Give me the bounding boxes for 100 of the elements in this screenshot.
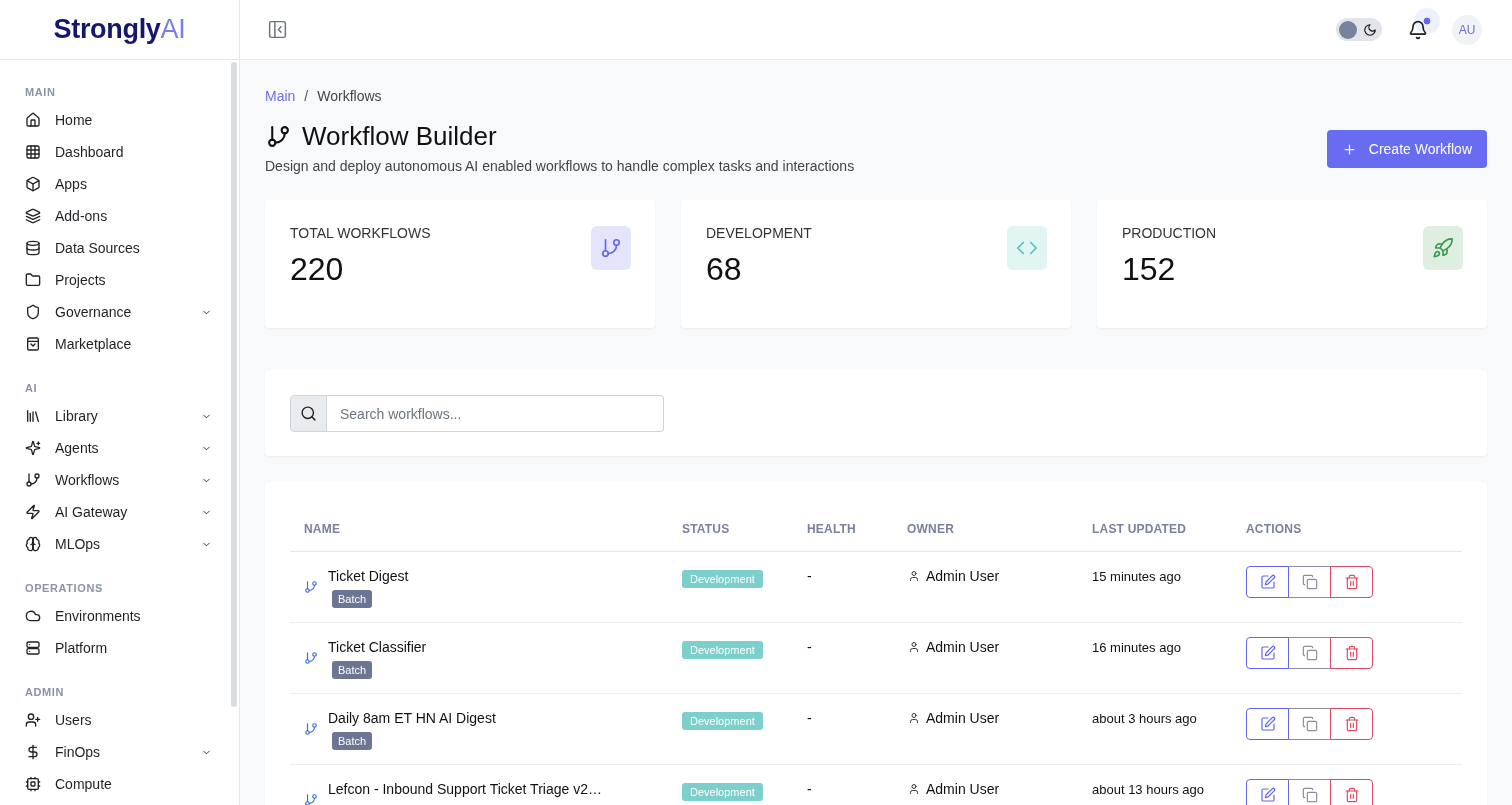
workflow-name: Ticket Digest bbox=[328, 567, 409, 586]
edit-icon bbox=[1259, 716, 1276, 732]
nav-item[interactable]: FinOps bbox=[25, 736, 212, 768]
delete-button[interactable] bbox=[1330, 779, 1373, 805]
nav-item[interactable]: MLOps bbox=[25, 528, 212, 560]
trash-icon bbox=[1343, 574, 1360, 590]
column-header: OWNER bbox=[906, 521, 955, 536]
user-icon bbox=[908, 783, 920, 795]
scrollbar-thumb[interactable] bbox=[231, 62, 237, 707]
duplicate-button[interactable] bbox=[1288, 566, 1331, 598]
status-tag: Development bbox=[682, 783, 763, 801]
nav-item[interactable]: Environments bbox=[25, 600, 212, 632]
moon-icon bbox=[1363, 22, 1377, 37]
owner-name: Admin User bbox=[926, 780, 1000, 799]
last-updated: about 13 hours ago bbox=[1092, 782, 1205, 797]
nav-item[interactable]: Projects bbox=[25, 264, 212, 296]
create-workflow-button[interactable]: Create Workflow bbox=[1326, 130, 1487, 168]
nav-item[interactable]: Governance bbox=[25, 296, 212, 328]
duplicate-button[interactable] bbox=[1288, 708, 1331, 740]
nav-item[interactable]: Agents bbox=[25, 432, 212, 464]
health-value: - bbox=[807, 710, 812, 726]
theme-toggle[interactable] bbox=[1336, 18, 1382, 41]
breadcrumb-link[interactable]: Main bbox=[265, 88, 296, 104]
delete-button[interactable] bbox=[1330, 637, 1373, 669]
page-subtitle: Design and deploy autonomous AI enabled workflows to handle complex tasks and interactions bbox=[265, 157, 855, 175]
stat-value: 220 bbox=[290, 250, 345, 288]
copy-icon bbox=[1301, 787, 1318, 803]
page-title: Workflow Builder bbox=[302, 121, 497, 151]
branch-icon bbox=[304, 793, 318, 805]
column-header: LAST UPDATED bbox=[1091, 521, 1188, 536]
delete-button[interactable] bbox=[1330, 566, 1373, 598]
sparkles-icon bbox=[25, 440, 41, 456]
trash-icon bbox=[1343, 716, 1360, 732]
duplicate-button[interactable] bbox=[1288, 637, 1331, 669]
user-avatar[interactable]: AU bbox=[1452, 14, 1482, 45]
copy-icon bbox=[1301, 716, 1318, 732]
nav-item[interactable]: Dashboard bbox=[25, 136, 212, 168]
nav-item[interactable]: Workflows bbox=[25, 464, 212, 496]
nav-item[interactable]: Apps bbox=[25, 168, 212, 200]
column-header: NAME bbox=[303, 521, 342, 536]
toggle-knob bbox=[1339, 20, 1357, 39]
search-field[interactable]: Search workflows... bbox=[327, 395, 664, 432]
status-tag: Development bbox=[682, 641, 763, 659]
user-plus-icon bbox=[25, 712, 41, 728]
type-tag: Batch bbox=[332, 732, 373, 750]
stat-label: DEVELOPMENT bbox=[706, 224, 812, 242]
branch-icon bbox=[304, 651, 318, 665]
search-icon bbox=[290, 395, 327, 432]
branch-icon bbox=[304, 580, 318, 594]
breadcrumb-separator: / bbox=[304, 88, 309, 104]
trash-icon bbox=[1343, 787, 1360, 803]
stat-value: 152 bbox=[1122, 250, 1177, 288]
branch-icon bbox=[591, 226, 631, 270]
workflow-name: Daily 8am ET HN AI Digest bbox=[328, 709, 496, 728]
chip-icon bbox=[25, 776, 41, 792]
edit-button[interactable] bbox=[1246, 779, 1289, 805]
workflow-name: Lefcon - Inbound Support Ticket Triage v2… bbox=[328, 780, 602, 799]
column-header: HEALTH bbox=[806, 521, 857, 536]
delete-button[interactable] bbox=[1330, 708, 1373, 740]
edit-button[interactable] bbox=[1246, 708, 1289, 740]
panel-collapse-icon bbox=[267, 19, 288, 40]
copy-icon bbox=[1301, 574, 1318, 590]
server-icon bbox=[25, 640, 41, 656]
folder-icon bbox=[25, 272, 41, 288]
type-tag: Batch bbox=[332, 661, 373, 679]
rocket-icon bbox=[1423, 226, 1463, 270]
dollar-icon bbox=[25, 744, 41, 760]
user-icon bbox=[908, 570, 920, 582]
database-icon bbox=[25, 240, 41, 256]
stat-label: TOTAL WORKFLOWS bbox=[290, 224, 431, 242]
user-icon bbox=[908, 712, 920, 724]
owner-name: Admin User bbox=[926, 638, 1000, 657]
nav-item[interactable]: Data Sources bbox=[25, 232, 212, 264]
status-tag: Development bbox=[682, 712, 763, 730]
grid-icon bbox=[25, 144, 41, 160]
nav-item[interactable]: Home bbox=[25, 104, 212, 136]
sidebar-toggle-button[interactable] bbox=[267, 19, 288, 40]
nav-item[interactable]: Marketplace bbox=[25, 328, 212, 360]
layers-icon bbox=[25, 208, 41, 224]
nav-item[interactable]: AI Gateway bbox=[25, 496, 212, 528]
logo[interactable]: StronglyAI bbox=[53, 14, 186, 45]
section-heading: OPERATIONS bbox=[25, 581, 104, 596]
edit-button[interactable] bbox=[1246, 637, 1289, 669]
nav-item[interactable]: Users bbox=[25, 704, 212, 736]
breadcrumb-current: Workflows bbox=[317, 88, 382, 104]
section-heading: ADMIN bbox=[25, 685, 66, 700]
nav-item[interactable]: Compute bbox=[25, 768, 212, 800]
branch-icon bbox=[304, 722, 318, 736]
code-icon bbox=[1007, 226, 1047, 270]
edit-button[interactable] bbox=[1246, 566, 1289, 598]
duplicate-button[interactable] bbox=[1288, 779, 1331, 805]
nav-item[interactable]: Add-ons bbox=[25, 200, 212, 232]
branch-icon bbox=[25, 472, 41, 488]
last-updated: about 3 hours ago bbox=[1092, 711, 1197, 726]
cube-icon bbox=[25, 176, 41, 192]
bell-icon bbox=[1408, 18, 1428, 41]
stat-label: PRODUCTION bbox=[1122, 224, 1217, 242]
nav-item[interactable]: Library bbox=[25, 400, 212, 432]
nav-item[interactable]: Platform bbox=[25, 632, 212, 664]
status-tag: Development bbox=[682, 570, 763, 588]
